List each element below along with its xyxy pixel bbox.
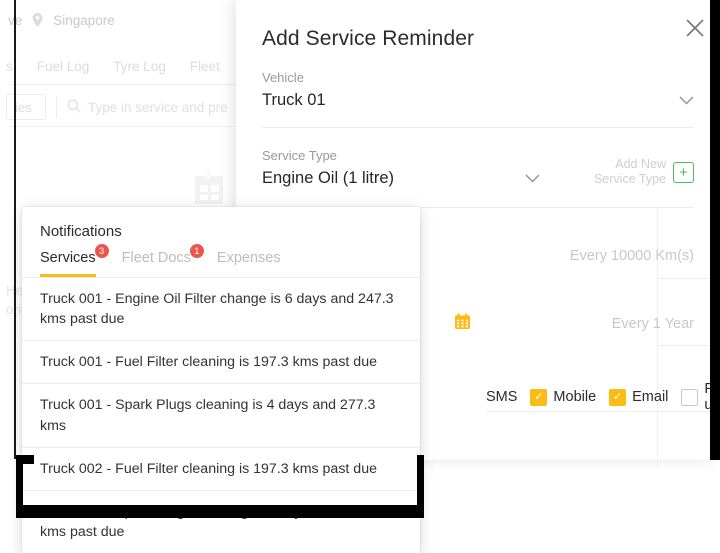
search-icon <box>67 99 81 116</box>
dialog-title: Add Service Reminder <box>262 27 475 50</box>
background-tab-tyre-log[interactable]: Tyre Log <box>113 59 166 74</box>
notifications-title: Notifications <box>40 223 122 240</box>
calendar-icon[interactable] <box>454 313 471 334</box>
tab-fleet-docs-label: Fleet Docs <box>121 250 191 266</box>
notify-option-email[interactable]: ✓ Email <box>609 388 669 406</box>
notify-option-mobile[interactable]: ✓ Mobile <box>530 388 597 406</box>
tab-expenses[interactable]: Expenses <box>217 250 281 277</box>
list-item[interactable]: Truck 002 - Fuel Filter cleaning is 197.… <box>22 446 420 490</box>
service-type-select[interactable]: Engine Oil (1 litre) <box>262 169 540 188</box>
background-filter-chip[interactable]: ies <box>6 94 46 120</box>
column-divider <box>657 208 658 468</box>
notify-sms-label: SMS <box>486 389 518 405</box>
capture-frame-right <box>710 0 720 460</box>
time-interval-row[interactable]: Every 1 Year <box>394 313 694 334</box>
notifications-popover: Notifications Services 3 Fleet Docs 1 Ex… <box>22 207 420 553</box>
add-new-service-type[interactable]: Add New Service Type + <box>594 157 694 188</box>
background-search-input[interactable]: Type in service and pre <box>67 99 228 116</box>
topbar-location-label: Singapore <box>53 12 115 28</box>
capture-frame-bottom <box>16 505 424 518</box>
list-item[interactable]: Truck 001 - Engine Oil Filter change is … <box>22 277 420 340</box>
background-toolbar-divider <box>56 96 57 118</box>
tab-services[interactable]: Services 3 <box>40 244 109 277</box>
notify-options-row: SMS ✓ Mobile ✓ Email Pop-up <box>486 381 720 413</box>
background-tab-fleet[interactable]: Fleet <box>190 59 220 74</box>
list-item[interactable]: Truck 001 - Fuel Filter cleaning is 197.… <box>22 340 420 383</box>
close-icon[interactable] <box>684 17 706 39</box>
background-tab-0[interactable]: s <box>6 59 13 74</box>
chevron-down-icon[interactable] <box>525 170 540 188</box>
time-interval-text: Every 1 Year <box>611 315 694 332</box>
location-pin-icon <box>32 13 43 27</box>
app-root: ve Singapore s Fuel Log Tyre Log Fleet i… <box>0 0 720 553</box>
list-item[interactable]: Truck 001 - Spark Plugs cleaning is 4 da… <box>22 383 420 446</box>
distance-interval-row[interactable]: Every 10000 Km(s) <box>394 248 694 264</box>
calendar-placeholder-icon <box>188 168 230 208</box>
mobile-checkbox[interactable]: ✓ <box>530 388 548 406</box>
tab-fleet-docs[interactable]: Fleet Docs 1 <box>121 244 204 277</box>
background-tabs: s Fuel Log Tyre Log Fleet <box>0 50 240 82</box>
notify-row-underline <box>486 411 720 412</box>
notify-option-sms[interactable]: SMS <box>486 389 517 405</box>
window-left-border <box>14 0 16 459</box>
background-tab-fuel-log[interactable]: Fuel Log <box>37 59 90 74</box>
popup-checkbox[interactable] <box>681 388 699 406</box>
vehicle-field[interactable]: Vehicle Truck 01 <box>262 70 694 110</box>
add-new-service-type-label: Add New Service Type <box>593 157 666 186</box>
vehicle-field-underline <box>262 127 694 128</box>
notifications-tabs: Services 3 Fleet Docs 1 Expenses <box>22 240 420 277</box>
service-type-field: Service Type Engine Oil (1 litre) Add Ne… <box>262 148 694 188</box>
list-item[interactable]: Truck 002 - Spark Plugs cleaning is 4 da… <box>22 489 420 553</box>
background-toolbar: ies Type in service and pre <box>6 92 240 122</box>
tab-services-label: Services <box>40 250 96 266</box>
background-divider-1 <box>8 84 240 85</box>
tab-services-badge: 3 <box>94 244 109 258</box>
notify-mobile-label: Mobile <box>553 389 597 405</box>
notify-email-label: Email <box>632 389 669 405</box>
email-checkbox[interactable]: ✓ <box>609 388 627 406</box>
distance-interval-text: Every 10000 Km(s) <box>569 248 694 264</box>
tab-expenses-label: Expenses <box>216 250 281 266</box>
chevron-down-icon[interactable] <box>679 92 694 110</box>
service-type-value: Engine Oil (1 litre) <box>262 169 395 187</box>
vehicle-label: Vehicle <box>262 70 304 85</box>
service-type-label: Service Type <box>262 148 337 163</box>
vehicle-value: Truck 01 <box>262 91 326 109</box>
background-search-placeholder: Type in service and pre <box>88 99 228 115</box>
plus-icon[interactable]: + <box>673 161 694 183</box>
background-divider-2 <box>8 126 240 127</box>
background-topbar: ve Singapore <box>0 0 240 40</box>
tab-fleet-docs-badge: 1 <box>189 244 204 258</box>
